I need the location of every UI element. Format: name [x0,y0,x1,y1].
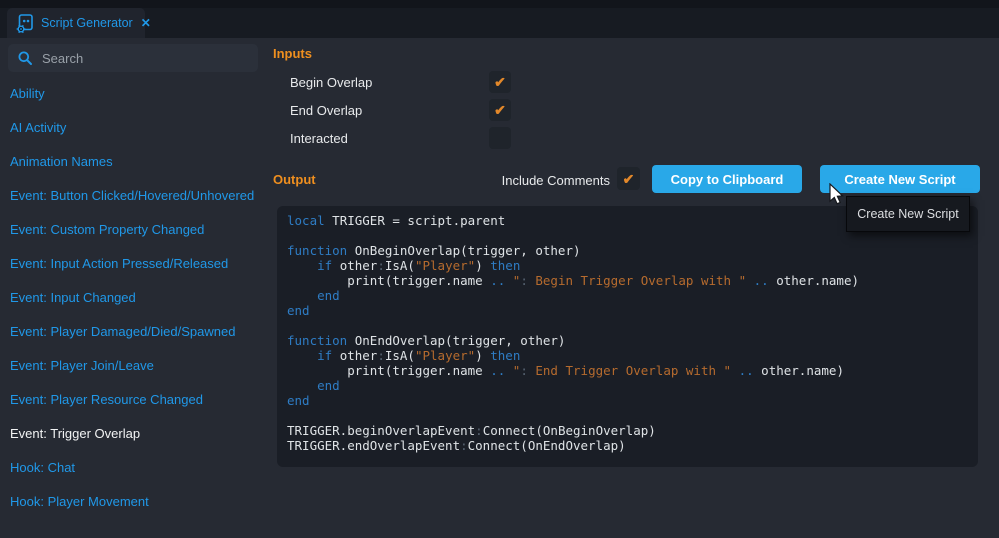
code-line: end [287,393,968,408]
input-row: Begin Overlap ✔ [290,68,512,96]
window-top-strip [0,0,999,8]
code-line: TRIGGER.endOverlapEvent:Connect(OnEndOve… [287,438,968,453]
script-template-list: AbilityAI ActivityAnimation NamesEvent: … [10,76,265,518]
sidebar-item[interactable]: Hook: Player Movement [10,484,265,518]
sidebar-item[interactable]: Animation Names [10,144,265,178]
input-row-label: Interacted [290,131,348,146]
input-row-label: Begin Overlap [290,75,372,90]
create-new-script-button[interactable]: Create New Script [820,165,980,193]
sidebar-item[interactable]: Event: Custom Property Changed [10,212,265,246]
code-line: print(trigger.name .. ": End Trigger Ove… [287,363,968,378]
input-checkbox[interactable]: ✔ [489,71,511,93]
input-row-label: End Overlap [290,103,362,118]
input-row: End Overlap ✔ [290,96,512,124]
tooltip: Create New Script [846,196,970,232]
code-line: print(trigger.name .. ": Begin Trigger O… [287,273,968,288]
code-line [287,408,968,423]
input-checkbox[interactable]: ✔ [489,99,511,121]
sidebar-item[interactable]: Ability [10,76,265,110]
copy-to-clipboard-button[interactable]: Copy to Clipboard [652,165,802,193]
sidebar-item[interactable]: Event: Player Join/Leave [10,348,265,382]
output-heading: Output [273,172,316,187]
tab-bar: Script Generator ✕ [0,0,999,38]
sidebar-item[interactable]: Event: Input Changed [10,280,265,314]
include-comments-checkbox[interactable]: ✔ [617,167,640,190]
include-comments-label: Include Comments [502,173,610,188]
script-generator-icon [15,13,35,34]
code-line: end [287,378,968,393]
code-line [287,318,968,333]
search-icon [17,50,33,66]
sidebar-item[interactable]: Event: Input Action Pressed/Released [10,246,265,280]
sidebar-item[interactable]: Event: Player Resource Changed [10,382,265,416]
search-input[interactable] [40,50,249,67]
sidebar-item[interactable]: AI Activity [10,110,265,144]
inputs-heading: Inputs [273,46,312,61]
code-line: if other:IsA("Player") then [287,258,968,273]
tab-title: Script Generator [41,16,133,30]
input-row: Interacted [290,124,512,152]
checkmark-icon: ✔ [623,172,635,186]
code-line: end [287,303,968,318]
sidebar-item[interactable]: Hook: Chat [10,450,265,484]
tab-close-icon[interactable]: ✕ [141,16,151,30]
search-box[interactable] [8,44,258,72]
tab-script-generator[interactable]: Script Generator ✕ [7,8,145,38]
input-checkbox[interactable] [489,127,511,149]
sidebar-item[interactable]: Event: Button Clicked/Hovered/Unhovered [10,178,265,212]
sidebar-item[interactable]: Event: Player Damaged/Died/Spawned [10,314,265,348]
code-line: TRIGGER.beginOverlapEvent:Connect(OnBegi… [287,423,968,438]
checkmark-icon: ✔ [494,103,506,117]
inputs-rows: Begin Overlap ✔ End Overlap ✔ Interacted [290,68,512,152]
sidebar-item[interactable]: Event: Trigger Overlap [10,416,265,450]
tooltip-text: Create New Script [857,207,958,221]
code-line: end [287,288,968,303]
code-line: if other:IsA("Player") then [287,348,968,363]
code-line: function OnEndOverlap(trigger, other) [287,333,968,348]
checkmark-icon: ✔ [494,75,506,89]
generated-script-code[interactable]: local TRIGGER = script.parent function O… [277,206,978,467]
code-line: function OnBeginOverlap(trigger, other) [287,243,968,258]
